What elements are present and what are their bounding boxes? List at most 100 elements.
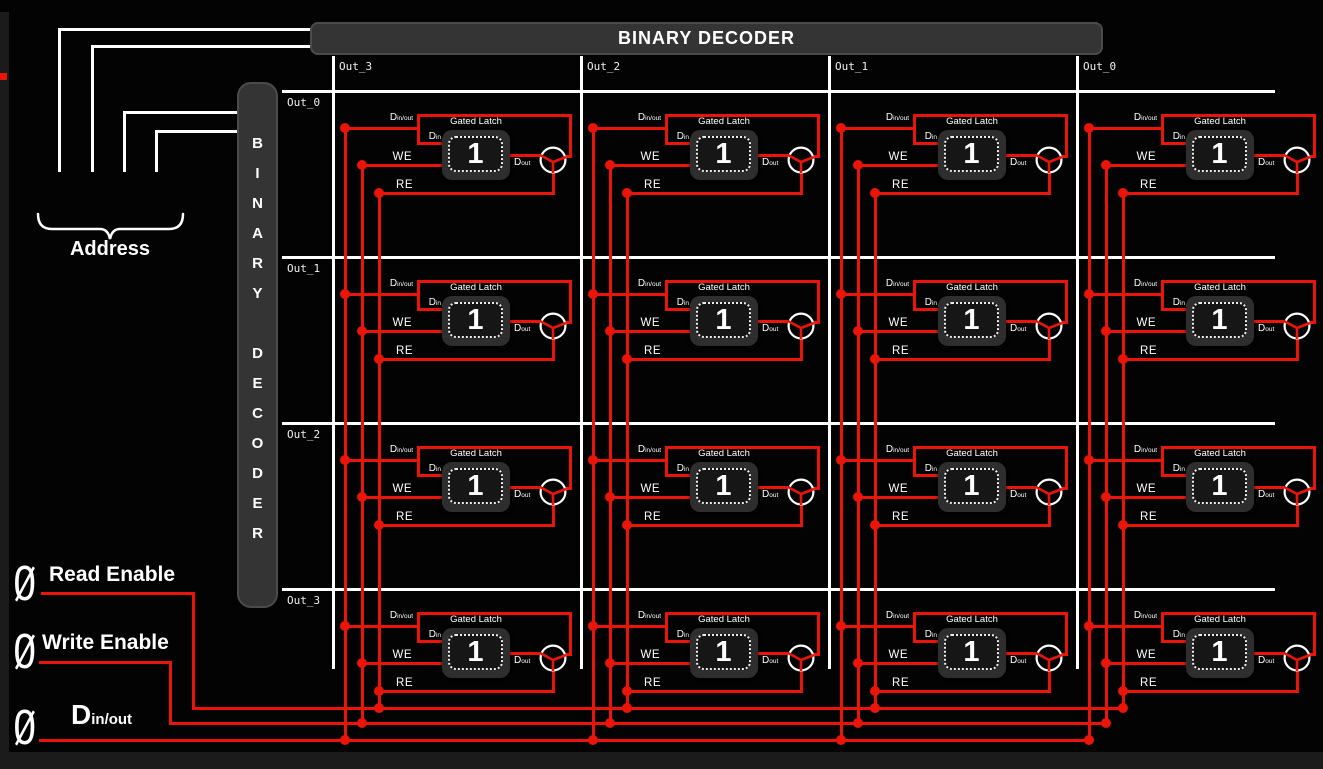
latch-value[interactable]: 1 xyxy=(715,304,731,337)
latch-value[interactable]: 1 xyxy=(715,470,731,503)
cell-wire xyxy=(1296,339,1299,361)
latch-value[interactable]: 1 xyxy=(715,138,731,171)
dout-label: Dout xyxy=(1010,655,1026,666)
gated-latch-box: 1 xyxy=(938,628,1006,678)
cell-wire xyxy=(800,505,803,527)
cell-wire xyxy=(1048,339,1051,361)
dout-label: Dout xyxy=(514,323,530,334)
dout-label: Dout xyxy=(514,157,530,168)
cell-wire xyxy=(362,662,442,665)
dinout-junction-dot xyxy=(1084,289,1094,299)
tristate-buffer-icon xyxy=(786,643,816,673)
latch-value[interactable]: 1 xyxy=(467,470,483,503)
latch-value[interactable]: 1 xyxy=(963,636,979,669)
dinout-label: Din/out xyxy=(1111,444,1157,455)
cell-wire xyxy=(379,524,553,527)
latch-value[interactable]: 1 xyxy=(1211,470,1227,503)
re-label: RE xyxy=(1133,179,1157,191)
tristate-buffer-icon xyxy=(786,145,816,175)
latch-value[interactable]: 1 xyxy=(963,304,979,337)
latch-value-frame: 1 xyxy=(696,136,751,172)
cell-wire xyxy=(552,505,555,527)
dinout-junction-dot xyxy=(836,123,846,133)
latch-value[interactable]: 1 xyxy=(467,138,483,171)
we-junction-dot xyxy=(357,160,367,170)
gated-latch-box: 1 xyxy=(938,130,1006,180)
latch-value-frame: 1 xyxy=(944,136,999,172)
memory-diagram: Out_3Out_2Out_1Out_0Out_0Out_1Out_2Out_3… xyxy=(0,0,1323,769)
we-junction-dot xyxy=(357,492,367,502)
latch-value[interactable]: 1 xyxy=(963,138,979,171)
latch-value[interactable]: 1 xyxy=(1211,636,1227,669)
we-label: WE xyxy=(881,649,908,661)
memory-grid: Din/out Din WE RE Dout Gated Latch 1 xyxy=(0,0,1323,769)
we-junction-dot xyxy=(853,658,863,668)
we-junction-dot xyxy=(357,658,367,668)
we-label: WE xyxy=(633,317,660,329)
latch-value-frame: 1 xyxy=(696,468,751,504)
cell-wire xyxy=(1123,524,1297,527)
tristate-buffer-icon xyxy=(1034,643,1064,673)
latch-value[interactable]: 1 xyxy=(467,304,483,337)
memory-cell: Din/out Din WE RE Dout Gated Latch 1 xyxy=(581,423,829,589)
dinout-junction-dot xyxy=(836,289,846,299)
tristate-buffer-icon xyxy=(1034,477,1064,507)
cell-wire xyxy=(800,671,803,693)
latch-value[interactable]: 1 xyxy=(715,636,731,669)
din-label: Din xyxy=(667,297,689,308)
din-label: Din xyxy=(419,131,441,142)
cell-wire xyxy=(1313,446,1316,490)
latch-value[interactable]: 1 xyxy=(1211,304,1227,337)
latch-value[interactable]: 1 xyxy=(467,636,483,669)
cell-wire xyxy=(1065,280,1068,324)
memory-cell: Din/out Din WE RE Dout Gated Latch 1 xyxy=(829,257,1077,423)
cell-wire xyxy=(1296,173,1299,195)
dout-label: Dout xyxy=(762,655,778,666)
re-junction-dot xyxy=(622,354,632,364)
re-label: RE xyxy=(885,511,909,523)
dinout-junction-dot xyxy=(836,455,846,465)
gated-latch-title: Gated Latch xyxy=(1181,614,1259,625)
dinout-junction-dot xyxy=(588,123,598,133)
dout-label: Dout xyxy=(1010,489,1026,500)
cell-wire xyxy=(1065,114,1068,158)
memory-cell: Din/out Din WE RE Dout Gated Latch 1 xyxy=(829,91,1077,257)
dout-label: Dout xyxy=(1258,489,1274,500)
dinout-label: Din/out xyxy=(615,444,661,455)
din-label: Din xyxy=(419,629,441,640)
latch-value[interactable]: 1 xyxy=(963,470,979,503)
cell-wire xyxy=(858,662,938,665)
re-label: RE xyxy=(637,179,661,191)
cell-wire xyxy=(858,330,938,333)
re-label: RE xyxy=(885,345,909,357)
cell-wire xyxy=(1089,459,1162,462)
re-junction-dot xyxy=(622,520,632,530)
memory-cell: Din/out Din WE RE Dout Gated Latch 1 xyxy=(581,589,829,755)
din-label: Din xyxy=(915,131,937,142)
we-label: WE xyxy=(1129,317,1156,329)
gated-latch-title: Gated Latch xyxy=(1181,282,1259,293)
dinout-label: Din/out xyxy=(367,610,413,621)
cell-wire xyxy=(627,690,801,693)
gated-latch-box: 1 xyxy=(938,296,1006,346)
dout-label: Dout xyxy=(1010,157,1026,168)
dinout-label: Din/out xyxy=(863,112,909,123)
cell-wire xyxy=(1065,446,1068,490)
re-label: RE xyxy=(637,677,661,689)
dout-label: Dout xyxy=(1258,157,1274,168)
gated-latch-box: 1 xyxy=(1186,130,1254,180)
re-label: RE xyxy=(389,179,413,191)
latch-value[interactable]: 1 xyxy=(1211,138,1227,171)
dinout-label: Din/out xyxy=(615,610,661,621)
latch-value-frame: 1 xyxy=(448,468,503,504)
cell-wire xyxy=(841,459,914,462)
dinout-junction-dot xyxy=(1084,621,1094,631)
dout-label: Dout xyxy=(762,489,778,500)
cell-wire xyxy=(841,625,914,628)
gated-latch-title: Gated Latch xyxy=(933,614,1011,625)
we-label: WE xyxy=(633,649,660,661)
cell-wire xyxy=(627,192,801,195)
dinout-junction-dot xyxy=(588,455,598,465)
we-junction-dot xyxy=(1101,160,1111,170)
gated-latch-title: Gated Latch xyxy=(437,614,515,625)
